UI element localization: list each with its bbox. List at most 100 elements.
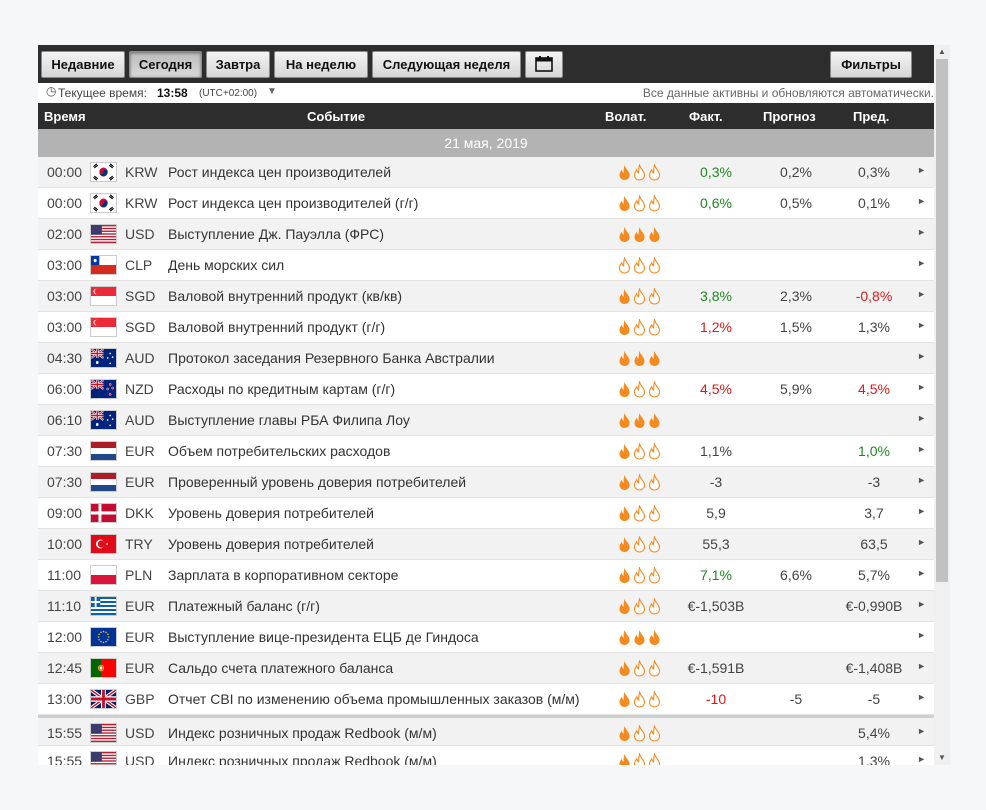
event-previous: 1,0% bbox=[858, 443, 890, 459]
volatility-indicator bbox=[618, 725, 663, 743]
flame-icon-empty bbox=[633, 753, 646, 765]
expand-arrow-icon[interactable]: ► bbox=[917, 475, 926, 485]
recent-button[interactable]: Недавние bbox=[41, 51, 125, 78]
table-row[interactable]: 06:10 AUD Выступление главы РБА Филипа Лоу… bbox=[38, 405, 934, 436]
event-name[interactable]: Выступление главы РБА Филипа Лоу bbox=[168, 412, 410, 428]
table-row[interactable]: 11:10 EUR Платежный баланс (г/г) €-1,503B €-… bbox=[38, 591, 934, 622]
event-previous: 5,4% bbox=[858, 725, 890, 741]
event-time: 06:00 bbox=[47, 381, 83, 397]
expand-arrow-icon[interactable]: ► bbox=[917, 630, 926, 640]
flame-icon-empty bbox=[648, 319, 661, 336]
table-row[interactable]: 02:00 USD Выступление Дж. Пауэлла (ФРС) ► bbox=[38, 219, 934, 250]
expand-arrow-icon[interactable]: ► bbox=[917, 692, 926, 702]
event-time: 03:00 bbox=[47, 288, 83, 304]
next-week-button[interactable]: Следующая неделя bbox=[372, 51, 521, 78]
expand-arrow-icon[interactable]: ► bbox=[917, 289, 926, 299]
expand-arrow-icon[interactable]: ► bbox=[917, 726, 926, 736]
timezone-selector[interactable]: (UTC+02:00) bbox=[199, 88, 257, 99]
expand-arrow-icon[interactable]: ► bbox=[917, 754, 926, 764]
flag-us-icon bbox=[90, 723, 117, 743]
flame-icon-empty bbox=[648, 567, 661, 584]
expand-arrow-icon[interactable]: ► bbox=[917, 506, 926, 516]
flame-icon-filled bbox=[619, 320, 630, 335]
expand-arrow-icon[interactable]: ► bbox=[917, 165, 926, 175]
expand-arrow-icon[interactable]: ► bbox=[917, 382, 926, 392]
timezone-caret-icon[interactable]: ▼ bbox=[267, 86, 277, 97]
scrollbar[interactable]: ▲ ▼ bbox=[934, 45, 950, 765]
event-name[interactable]: Индекс розничных продаж Redbook (м/м) bbox=[168, 753, 437, 765]
current-time-value: 13:58 bbox=[157, 86, 188, 100]
flame-icon-filled bbox=[619, 506, 630, 521]
event-name[interactable]: Расходы по кредитным картам (г/г) bbox=[168, 381, 395, 397]
filters-button[interactable]: Фильтры bbox=[830, 51, 912, 78]
table-row[interactable]: 11:00 PLN Зарплата в корпоративном секторе… bbox=[38, 560, 934, 591]
scroll-thumb[interactable] bbox=[936, 59, 948, 582]
event-currency: NZD bbox=[125, 381, 154, 397]
expand-arrow-icon[interactable]: ► bbox=[917, 258, 926, 268]
event-name[interactable]: Сальдо счета платежного баланса bbox=[168, 660, 393, 676]
volatility-indicator bbox=[618, 660, 663, 678]
event-previous: 0,1% bbox=[858, 195, 890, 211]
event-name[interactable]: Индекс розничных продаж Redbook (м/м) bbox=[168, 725, 437, 741]
scroll-down-icon[interactable]: ▼ bbox=[934, 751, 950, 765]
flag-sg-icon bbox=[90, 286, 117, 306]
table-row[interactable]: 07:30 EUR Проверенный уровень доверия потр… bbox=[38, 467, 934, 498]
this-week-button[interactable]: На неделю bbox=[274, 51, 368, 78]
event-currency: TRY bbox=[125, 536, 153, 552]
calendar-button[interactable] bbox=[525, 51, 563, 78]
event-name[interactable]: Платежный баланс (г/г) bbox=[168, 598, 320, 614]
event-currency: SGD bbox=[125, 319, 156, 335]
expand-arrow-icon[interactable]: ► bbox=[917, 320, 926, 330]
table-row[interactable]: 09:00 DKK Уровень доверия потребителей 5,9 3… bbox=[38, 498, 934, 529]
event-name[interactable]: Валовой внутренний продукт (кв/кв) bbox=[168, 288, 402, 304]
event-name[interactable]: Уровень доверия потребителей bbox=[168, 505, 374, 521]
expand-arrow-icon[interactable]: ► bbox=[917, 227, 926, 237]
table-row[interactable]: 00:00 KRW Рост индекса цен производителей 0… bbox=[38, 157, 934, 188]
table-row[interactable]: 13:00 GBP Отчет CBI по изменению объема пр… bbox=[38, 684, 934, 715]
flame-icon-empty bbox=[648, 691, 661, 708]
event-currency: AUD bbox=[125, 350, 155, 366]
expand-arrow-icon[interactable]: ► bbox=[917, 196, 926, 206]
table-row[interactable]: 12:00 EUR Выступление вице-президента ЕЦБ … bbox=[38, 622, 934, 653]
event-name[interactable]: Проверенный уровень доверия потребителей bbox=[168, 474, 466, 490]
event-name[interactable]: Объем потребительских расходов bbox=[168, 443, 390, 459]
table-row[interactable]: 03:00 SGD Валовой внутренний продукт (г/г)… bbox=[38, 312, 934, 343]
expand-arrow-icon[interactable]: ► bbox=[917, 568, 926, 578]
table-row[interactable]: 03:00 CLP День морских сил ► bbox=[38, 250, 934, 281]
table-row[interactable]: 04:30 AUD Протокол заседания Резервного Ба… bbox=[38, 343, 934, 374]
flame-icon-empty bbox=[633, 288, 646, 305]
expand-arrow-icon[interactable]: ► bbox=[917, 413, 926, 423]
today-button[interactable]: Сегодня bbox=[129, 51, 202, 78]
event-name[interactable]: Выступление Дж. Пауэлла (ФРС) bbox=[168, 226, 384, 242]
expand-arrow-icon[interactable]: ► bbox=[917, 599, 926, 609]
table-row[interactable]: 15:55 USD Индекс розничных продаж Redbook … bbox=[38, 715, 934, 746]
table-row[interactable]: 06:00 NZD Расходы по кредитным картам (г/г… bbox=[38, 374, 934, 405]
col-time-header: Время bbox=[44, 109, 86, 124]
event-currency: DKK bbox=[125, 505, 154, 521]
event-name[interactable]: День морских сил bbox=[168, 257, 284, 273]
event-name[interactable]: Выступление вице-президента ЕЦБ де Гиндо… bbox=[168, 629, 479, 645]
event-name[interactable]: Зарплата в корпоративном секторе bbox=[168, 567, 398, 583]
expand-arrow-icon[interactable]: ► bbox=[917, 537, 926, 547]
expand-arrow-icon[interactable]: ► bbox=[917, 444, 926, 454]
flag-sg-icon bbox=[90, 317, 117, 337]
tomorrow-button[interactable]: Завтра bbox=[206, 51, 270, 78]
event-name[interactable]: Отчет CBI по изменению объема промышленн… bbox=[168, 691, 580, 707]
event-name[interactable]: Уровень доверия потребителей bbox=[168, 536, 374, 552]
event-time: 15:55 bbox=[47, 725, 83, 741]
event-name[interactable]: Протокол заседания Резервного Банка Авст… bbox=[168, 350, 495, 366]
event-actual: €-1,591B bbox=[687, 660, 745, 676]
table-row[interactable]: 00:00 KRW Рост индекса цен производителей … bbox=[38, 188, 934, 219]
scroll-up-icon[interactable]: ▲ bbox=[934, 45, 950, 59]
table-row[interactable]: 10:00 TRY Уровень доверия потребителей 55,3… bbox=[38, 529, 934, 560]
event-name[interactable]: Рост индекса цен производителей (г/г) bbox=[168, 195, 418, 211]
table-row[interactable]: 07:30 EUR Объем потребительских расходов 1,… bbox=[38, 436, 934, 467]
event-time: 00:00 bbox=[47, 164, 83, 180]
table-row[interactable]: 15:55 USD Индекс розничных продаж Redbook … bbox=[38, 746, 934, 765]
table-row[interactable]: 12:45 EUR Сальдо счета платежного баланса €… bbox=[38, 653, 934, 684]
event-name[interactable]: Валовой внутренний продукт (г/г) bbox=[168, 319, 385, 335]
event-name[interactable]: Рост индекса цен производителей bbox=[168, 164, 391, 180]
expand-arrow-icon[interactable]: ► bbox=[917, 661, 926, 671]
expand-arrow-icon[interactable]: ► bbox=[917, 351, 926, 361]
table-row[interactable]: 03:00 SGD Валовой внутренний продукт (кв/к… bbox=[38, 281, 934, 312]
